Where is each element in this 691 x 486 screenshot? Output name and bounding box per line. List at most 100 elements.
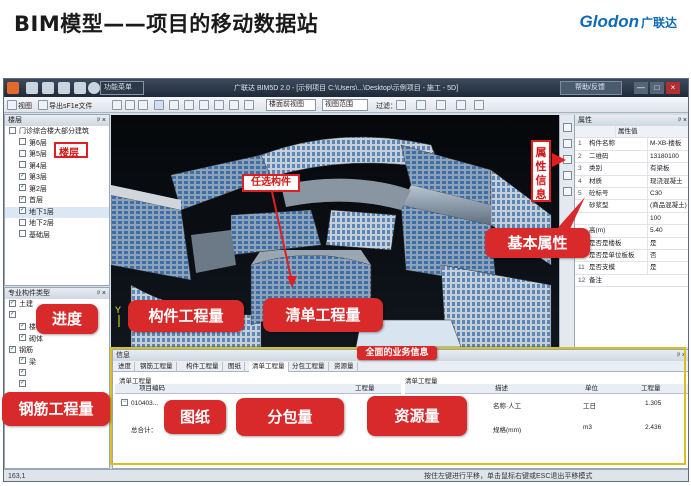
- floor-item[interactable]: 地下2层: [5, 218, 109, 230]
- floors-panel: 楼层 ᵖ × 门诊综合楼大部分建筑 第6层 第5层 第4层 ✓ 第3层 ✓ 第2层 ✓ 首层 ✓ 地…: [4, 114, 110, 286]
- floor-item[interactable]: ✓ 第3层: [5, 172, 109, 184]
- section-icon[interactable]: [244, 100, 254, 110]
- component-type-label: 钢筋: [19, 347, 33, 354]
- floor-checkbox[interactable]: ✓: [19, 172, 26, 180]
- component-type-checkbox[interactable]: ✓: [19, 334, 26, 342]
- zoom-in-icon[interactable]: [184, 100, 194, 110]
- floor-label: 地下2层: [29, 220, 54, 227]
- floor-checkbox[interactable]: [19, 230, 26, 238]
- maximize-button[interactable]: □: [650, 82, 664, 94]
- property-row[interactable]: 1 构件名称 M-XB-楼板: [575, 138, 688, 151]
- reset-icon[interactable]: [474, 100, 484, 110]
- floor-checkbox[interactable]: [19, 218, 26, 226]
- property-value: 是: [647, 262, 657, 275]
- light-icon[interactable]: [436, 100, 446, 110]
- component-type-label: 土建: [19, 301, 33, 308]
- property-row[interactable]: 4 材质 现浇混凝土: [575, 175, 688, 188]
- component-type-item[interactable]: ✓ 钢筋: [5, 345, 109, 357]
- business-info-tag: 全面的业务信息: [357, 346, 437, 360]
- new-icon[interactable]: [26, 82, 38, 94]
- pan-icon[interactable]: [138, 100, 148, 110]
- floor-label: 基础层: [29, 231, 50, 239]
- property-row[interactable]: 10是否是单位板板否: [575, 249, 688, 263]
- pin-icon[interactable]: ᵖ ×: [678, 115, 687, 126]
- function-menu-dropdown[interactable]: 功能菜单: [100, 81, 144, 95]
- property-row[interactable]: 12 备注: [575, 275, 688, 288]
- pen-icon[interactable]: [456, 100, 466, 110]
- property-value: 100: [647, 212, 661, 225]
- home-icon[interactable]: [229, 100, 239, 110]
- component-quantity-callout: 构件工程量: [128, 300, 244, 332]
- property-key: 是否支模: [589, 264, 615, 272]
- chart-icon[interactable]: [563, 171, 572, 180]
- property-index: 2: [578, 152, 582, 160]
- property-icon[interactable]: [563, 123, 572, 132]
- help-button[interactable]: 帮助/反馈: [560, 81, 622, 95]
- floor-label: 第4层: [29, 162, 47, 170]
- component-type-checkbox[interactable]: ✓: [19, 322, 26, 330]
- fit-icon[interactable]: [214, 100, 224, 110]
- zoom-out-icon[interactable]: [199, 100, 209, 110]
- pin-icon[interactable]: ᵖ ×: [97, 115, 106, 126]
- property-row[interactable]: 2 二维码 13180100: [575, 150, 688, 164]
- floor-checkbox[interactable]: [19, 161, 26, 169]
- floor-item[interactable]: ✓ 首层: [5, 195, 109, 207]
- open-icon[interactable]: [42, 82, 54, 94]
- floor-item[interactable]: 基础层: [5, 230, 109, 242]
- layer-icon[interactable]: [396, 100, 406, 110]
- component-type-item[interactable]: ✓: [5, 380, 109, 392]
- minimize-button[interactable]: —: [634, 82, 648, 94]
- component-type-checkbox[interactable]: ✓: [9, 345, 16, 353]
- component-type-checkbox[interactable]: ✓: [9, 299, 16, 307]
- save-icon[interactable]: [58, 82, 70, 94]
- component-type-checkbox[interactable]: ✓: [19, 368, 26, 376]
- settings-icon[interactable]: [74, 82, 86, 94]
- view-icon[interactable]: [7, 100, 17, 110]
- component-type-item[interactable]: ✓ 梁: [5, 357, 109, 369]
- floor-checkbox[interactable]: ✓: [19, 184, 26, 192]
- view-select[interactable]: 楼面前视图: [266, 99, 316, 111]
- property-value: 现浇混凝土: [647, 175, 683, 188]
- property-key: 备注: [589, 276, 602, 284]
- property-row[interactable]: 11 是否支模 是: [575, 262, 688, 275]
- floor-checkbox[interactable]: ✓: [19, 195, 26, 203]
- properties-title: 属性: [578, 117, 592, 124]
- floor-checkbox[interactable]: [19, 138, 26, 146]
- range-select[interactable]: 视图范围: [322, 99, 368, 111]
- tree-root[interactable]: 门诊综合楼大部分建筑: [5, 126, 109, 138]
- component-type-checkbox[interactable]: ✓: [19, 380, 26, 388]
- rotate-icon[interactable]: [112, 100, 122, 110]
- color-icon[interactable]: [416, 100, 426, 110]
- power-icon[interactable]: [88, 82, 100, 94]
- zoom-icon[interactable]: [125, 100, 135, 110]
- property-index: 11: [578, 264, 585, 272]
- floor-item[interactable]: ✓ 地下1层: [5, 206, 109, 218]
- types-panel-header: 专业构件类型 ᵖ ×: [5, 288, 109, 299]
- property-row[interactable]: 是否是楼板 是: [575, 237, 688, 250]
- window-title: 广联达 BIM5D 2.0 - [示例项目 C:\Users\...\Deskt…: [234, 85, 459, 92]
- property-index: 4: [578, 177, 582, 185]
- floor-item[interactable]: 第4层: [5, 161, 109, 173]
- attribute-info-label: 属性信息: [535, 146, 547, 201]
- select-icon[interactable]: [154, 100, 164, 110]
- close-button[interactable]: ×: [666, 82, 680, 94]
- component-type-checkbox[interactable]: ✓: [19, 357, 26, 365]
- measure-icon[interactable]: [169, 100, 179, 110]
- floor-label: 第3层: [29, 174, 47, 181]
- floor-item[interactable]: ✓ 第2层: [5, 184, 109, 196]
- export-icon[interactable]: [38, 100, 48, 110]
- doc-icon[interactable]: [563, 139, 572, 148]
- root-checkbox[interactable]: [9, 126, 16, 134]
- component-type-checkbox[interactable]: ✓: [9, 311, 16, 319]
- property-row[interactable]: 3 类别 有梁板: [575, 163, 688, 176]
- component-type-item[interactable]: ✓: [5, 368, 109, 380]
- component-type-item[interactable]: ✓ 砌体: [5, 334, 109, 346]
- property-value: 是: [647, 237, 657, 250]
- export-button[interactable]: 导出sF1e文件: [49, 101, 93, 111]
- view-button[interactable]: 视图: [18, 101, 32, 111]
- floor-checkbox[interactable]: [19, 149, 26, 157]
- pin-icon[interactable]: ᵖ ×: [97, 288, 106, 299]
- property-value: 否: [647, 249, 657, 262]
- title-bar: 功能菜单 广联达 BIM5D 2.0 - [示例项目 C:\Users\...\…: [4, 79, 688, 97]
- floor-checkbox[interactable]: ✓: [19, 207, 26, 215]
